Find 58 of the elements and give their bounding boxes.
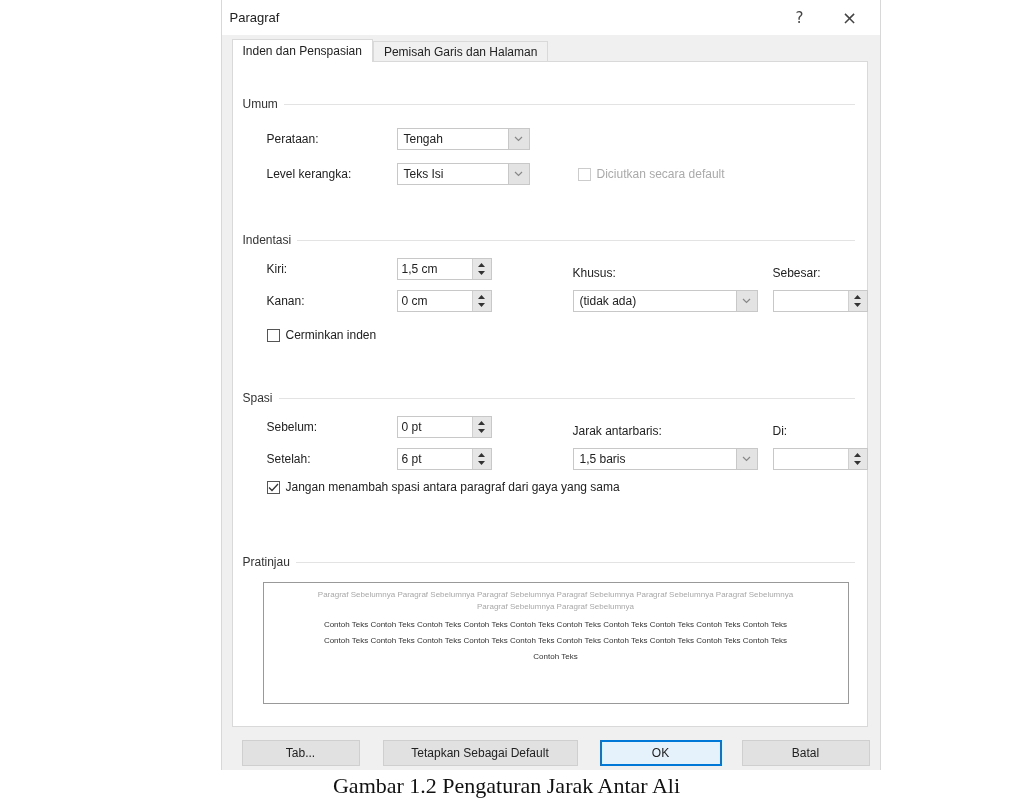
tab[interactable]: Pemisah Garis dan Halaman: [372, 41, 549, 62]
dropdown[interactable]: Teks Isi: [396, 163, 530, 186]
field-label: Di:: [772, 424, 789, 439]
dialog-button[interactable]: Tab...: [241, 740, 360, 767]
up-down-arrows-icon: [478, 293, 485, 310]
checkbox[interactable]: [266, 480, 280, 494]
section-heading: Spasi: [242, 391, 273, 406]
field-label: Level kerangka:: [266, 167, 353, 182]
chevron-down-icon: [742, 456, 751, 463]
spin-field[interactable]: [772, 290, 868, 313]
tab[interactable]: Inden dan Penspasian: [231, 39, 373, 63]
spin-buttons[interactable]: [471, 291, 491, 312]
up-down-arrows-icon: [478, 261, 485, 278]
spin-field[interactable]: 6 pt: [396, 448, 492, 471]
chevron-down-icon: [514, 171, 523, 178]
preview-sample-text: Contoh Teks Contoh Teks Contoh Teks Contoh Teks Contoh Teks Contoh Teks Contoh Teks Contoh Teks Contoh Teks Contoh Teks Contoh Teks Contoh Teks Contoh Teks Contoh Teks Contoh Teks Contoh Teks Contoh Teks Contoh Teks Contoh Teks Contoh Teks Contoh Teks: [322, 619, 789, 664]
dialog-button[interactable]: Batal: [741, 740, 870, 767]
figure-caption: Gambar 1.2 Pengaturan Jarak Antar Ali: [333, 773, 680, 799]
help-button[interactable]: ?: [779, 2, 820, 33]
field-label: Jarak antarbaris:: [572, 424, 663, 439]
field-label: Sebelum:: [266, 420, 319, 435]
checkbox[interactable]: [266, 328, 280, 342]
spin-buttons[interactable]: [847, 291, 867, 312]
field-label: Setelah:: [266, 452, 312, 467]
spin-buttons[interactable]: [471, 417, 491, 438]
checkbox-label: Jangan menambah spasi antara paragraf dari gaya yang sama: [285, 480, 620, 495]
spin-buttons[interactable]: [471, 449, 491, 470]
close-button[interactable]: ×: [829, 2, 870, 33]
spin-field[interactable]: [772, 448, 868, 471]
spin-buttons[interactable]: [847, 449, 867, 470]
dialog-button[interactable]: OK: [599, 740, 722, 767]
window-title: Paragraf: [229, 10, 280, 26]
dropdown[interactable]: 1,5 baris: [572, 448, 758, 471]
spin-field[interactable]: 0 cm: [396, 290, 492, 313]
spin-field[interactable]: 0 pt: [396, 416, 492, 439]
section-heading: Pratinjau: [242, 555, 290, 570]
check-icon: [267, 482, 279, 492]
up-down-arrows-icon: [478, 451, 485, 468]
preview-previous-text: Paragraf Sebelumnya Paragraf Sebelumnya Paragraf Sebelumnya Paragraf Sebelumnya Paragraf Sebelumnya Paragraf Sebelumnya Paragraf Sebelumnya Paragraf Sebelumnya: [316, 589, 795, 614]
checkbox-label: Cerminkan inden: [285, 328, 377, 343]
spin-field[interactable]: 1,5 cm: [396, 258, 492, 281]
field-label: Perataan:: [266, 132, 320, 147]
section-heading: Umum: [242, 97, 278, 112]
chevron-down-icon: [742, 298, 751, 305]
dialog-button[interactable]: Tetapkan Sebagai Default: [382, 740, 578, 767]
spin-buttons[interactable]: [471, 259, 491, 280]
field-label: Kiri:: [266, 262, 289, 277]
chevron-down-icon: [514, 136, 523, 143]
dropdown[interactable]: (tidak ada): [572, 290, 758, 313]
up-down-arrows-icon: [854, 451, 861, 468]
dropdown[interactable]: Tengah: [396, 128, 530, 151]
field-label: Khusus:: [572, 266, 617, 281]
up-down-arrows-icon: [854, 293, 861, 310]
field-label: Sebesar:: [772, 266, 822, 281]
checkbox-label: Diciutkan secara default: [596, 167, 725, 182]
up-down-arrows-icon: [478, 419, 485, 436]
field-label: Kanan:: [266, 294, 306, 309]
section-heading: Indentasi: [242, 233, 292, 248]
